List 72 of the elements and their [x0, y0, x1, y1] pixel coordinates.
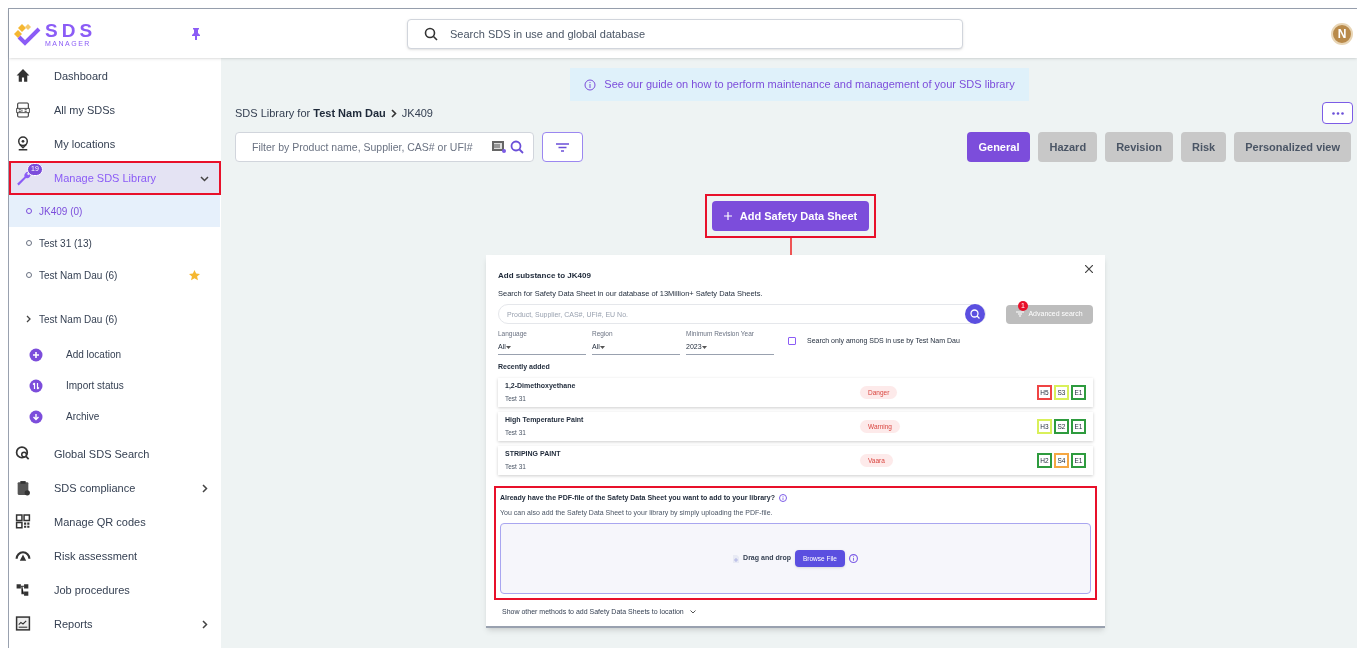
qr-code-icon	[15, 514, 31, 530]
gauge-warning-icon	[15, 548, 31, 564]
filter-icon	[1016, 311, 1025, 318]
barcode-scan-icon[interactable]	[492, 141, 506, 153]
chevron-right-icon	[200, 619, 209, 629]
caret-icon	[505, 345, 511, 349]
more-icon	[1331, 111, 1344, 115]
filter-field[interactable]: Filter by Product name, Supplier, CAS# or UFI#	[235, 132, 534, 162]
wrench-icon	[15, 170, 31, 186]
search-field[interactable]: Search SDS in use and global database	[407, 18, 963, 49]
chevron-down-icon	[689, 610, 696, 615]
more-button[interactable]	[1322, 102, 1353, 124]
sidebar-item[interactable]: Global SDS Search	[9, 437, 221, 471]
guide-banner[interactable]: See our guide on how to perform maintenance and management of your SDS library	[570, 68, 1029, 101]
close-icon[interactable]	[1085, 265, 1093, 273]
sidebar-item[interactable]: Job procedures	[9, 573, 221, 607]
tab[interactable]: Risk	[1181, 132, 1227, 162]
file-icon	[733, 554, 740, 563]
hierarchy-icon	[15, 582, 31, 598]
star-icon[interactable]	[189, 269, 200, 281]
tab[interactable]: General	[967, 132, 1031, 162]
filter-input[interactable]: Filter by Product name, Supplier, CAS# or UFI#	[252, 133, 488, 161]
location-item[interactable]: Test 31 (13)	[9, 227, 220, 259]
tab[interactable]: Hazard	[1038, 132, 1098, 162]
location-pin-icon	[15, 136, 31, 152]
add-safety-data-sheet-button[interactable]: Add Safety Data Sheet	[712, 201, 869, 231]
sidebar-item[interactable]: SDS compliance	[9, 471, 221, 505]
checkbox[interactable]	[788, 337, 796, 346]
tab[interactable]: Personalized view	[1234, 132, 1351, 162]
chart-report-icon	[15, 616, 31, 632]
info-icon[interactable]	[848, 554, 858, 563]
plus-icon	[723, 212, 732, 220]
chevron-right-icon	[389, 108, 398, 118]
search-input[interactable]: Search SDS in use and global database	[450, 19, 946, 48]
sidebar-action[interactable]: Add location	[9, 339, 221, 370]
sidebar-item[interactable]: Manage QR codes	[9, 505, 221, 539]
modal-title: Add substance to JK409	[498, 270, 591, 282]
globe-search-icon	[15, 446, 31, 462]
info-icon	[584, 78, 597, 91]
logo-title: SDS	[45, 20, 97, 40]
document-icon	[15, 102, 31, 118]
sidebar-action[interactable]: Archive	[9, 401, 221, 432]
search-icon[interactable]	[510, 140, 524, 154]
transfer-circle-icon	[29, 378, 43, 393]
clipboard-icon	[15, 480, 31, 496]
chevron-down-icon	[200, 173, 209, 183]
home-icon	[15, 68, 31, 84]
search-button[interactable]	[965, 304, 985, 325]
sidebar-action[interactable]: Import status	[9, 370, 221, 401]
plus-circle-icon	[29, 347, 43, 362]
filter-icon	[556, 142, 569, 152]
search-icon	[424, 26, 438, 41]
filter-button[interactable]	[542, 132, 583, 162]
location-item[interactable]: Test Nam Dau (6)	[9, 259, 220, 291]
chevron-right-icon	[200, 483, 209, 493]
sidebar-item[interactable]: Dashboard	[9, 59, 221, 93]
sidebar-item[interactable]: Risk assessment	[9, 539, 221, 573]
sidebar-item[interactable]: My locations	[9, 127, 221, 161]
caret-icon	[599, 345, 605, 349]
pin-icon[interactable]	[191, 27, 201, 40]
caret-icon	[701, 345, 707, 349]
tab[interactable]: Revision	[1105, 132, 1173, 162]
guide-link[interactable]: See our guide on how to perform maintenance and management of your SDS library	[604, 76, 1015, 93]
sidebar-item[interactable]: All my SDSs	[9, 93, 221, 127]
breadcrumb-path[interactable]: SDS Library for Test Nam Dau	[235, 104, 386, 122]
download-circle-icon	[29, 409, 43, 424]
location-group[interactable]: Test Nam Dau (6)	[9, 303, 221, 335]
info-icon[interactable]	[779, 494, 787, 503]
chevron-right-icon	[26, 315, 32, 323]
location-item[interactable]: JK409 (0)	[9, 195, 220, 227]
sidebar-item[interactable]: Reports	[9, 607, 221, 641]
breadcrumb-current: JK409	[401, 105, 433, 121]
